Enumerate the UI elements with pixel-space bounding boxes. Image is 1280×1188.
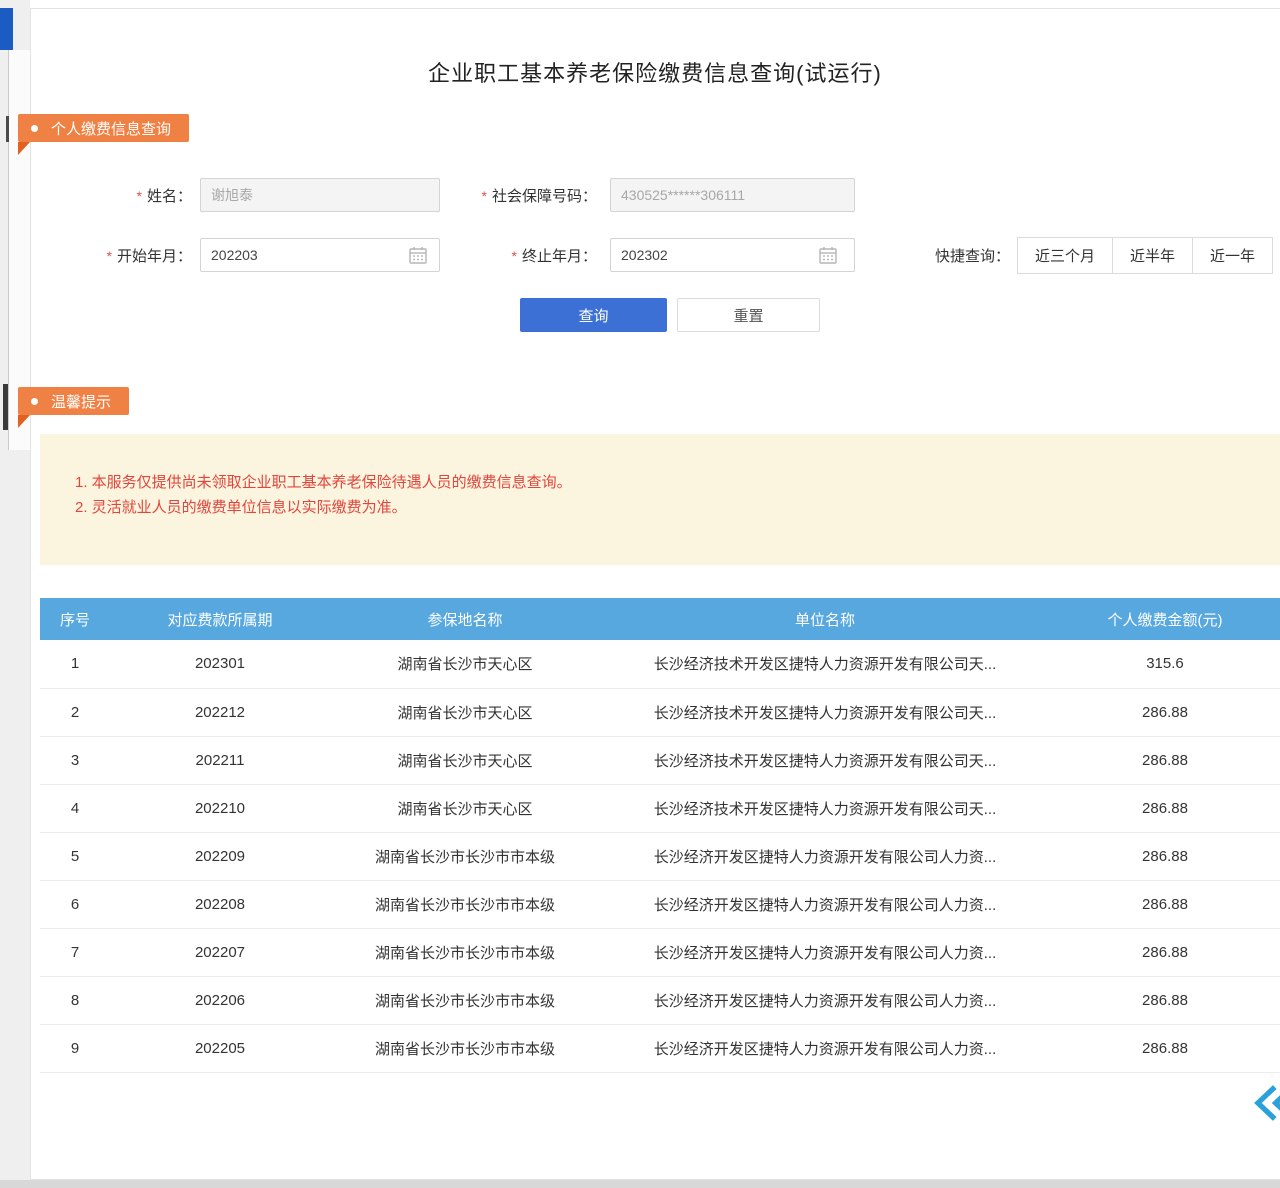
table-cell: 湖南省长沙市天心区 xyxy=(330,640,600,688)
required-asterisk: * xyxy=(482,188,487,204)
required-asterisk: * xyxy=(107,248,112,264)
quick-query-label: 快捷查询： xyxy=(905,247,1010,267)
table-cell: 7 xyxy=(40,928,110,976)
table-cell: 6 xyxy=(40,880,110,928)
table-cell: 286.88 xyxy=(1050,880,1280,928)
table-cell: 长沙经济技术开发区捷特人力资源开发有限公司天... xyxy=(600,784,1050,832)
end-month-label: *终止年月： xyxy=(440,246,597,267)
table-cell: 长沙经济开发区捷特人力资源开发有限公司人力资... xyxy=(600,928,1050,976)
table-row: 4202210湖南省长沙市天心区长沙经济技术开发区捷特人力资源开发有限公司天..… xyxy=(40,784,1280,832)
column-header: 参保地名称 xyxy=(330,598,600,640)
table-body: 1202301湖南省长沙市天心区长沙经济技术开发区捷特人力资源开发有限公司天..… xyxy=(40,640,1280,1072)
reset-button[interactable]: 重置 xyxy=(677,298,820,332)
table-cell: 湖南省长沙市天心区 xyxy=(330,688,600,736)
table-cell: 3 xyxy=(40,736,110,784)
table-row: 7202207湖南省长沙市长沙市市本级长沙经济开发区捷特人力资源开发有限公司人力… xyxy=(40,928,1280,976)
table-row: 2202212湖南省长沙市天心区长沙经济技术开发区捷特人力资源开发有限公司天..… xyxy=(40,688,1280,736)
column-header: 序号 xyxy=(40,598,110,640)
table-row: 3202211湖南省长沙市天心区长沙经济技术开发区捷特人力资源开发有限公司天..… xyxy=(40,736,1280,784)
table-cell: 202211 xyxy=(110,736,330,784)
notice-box: 1. 本服务仅提供尚未领取企业职工基本养老保险待遇人员的缴费信息查询。 2. 灵… xyxy=(40,434,1280,565)
table-cell: 湖南省长沙市长沙市市本级 xyxy=(330,928,600,976)
table-cell: 湖南省长沙市天心区 xyxy=(330,784,600,832)
table-cell: 4 xyxy=(40,784,110,832)
ribbon-fold xyxy=(18,142,30,155)
ssn-field xyxy=(610,178,855,212)
bottom-strip xyxy=(0,1180,1280,1188)
edge-mark xyxy=(3,384,8,430)
required-asterisk: * xyxy=(512,248,517,264)
table-cell: 湖南省长沙市天心区 xyxy=(330,736,600,784)
results-table: 序号对应费款所属期参保地名称单位名称个人缴费金额(元) 1202301湖南省长沙… xyxy=(40,598,1280,1073)
name-field xyxy=(200,178,440,212)
table-cell: 湖南省长沙市长沙市市本级 xyxy=(330,1024,600,1072)
table-cell: 2 xyxy=(40,688,110,736)
bullet-icon xyxy=(31,125,38,132)
start-month-label: *开始年月： xyxy=(60,246,192,267)
table-cell: 202212 xyxy=(110,688,330,736)
table-row: 9202205湖南省长沙市长沙市市本级长沙经济开发区捷特人力资源开发有限公司人力… xyxy=(40,1024,1280,1072)
table-cell: 1 xyxy=(40,640,110,688)
table-cell: 286.88 xyxy=(1050,736,1280,784)
table-cell: 286.88 xyxy=(1050,1024,1280,1072)
edge-mark xyxy=(6,116,9,142)
column-header: 对应费款所属期 xyxy=(110,598,330,640)
table-cell: 202301 xyxy=(110,640,330,688)
column-header: 个人缴费金额(元) xyxy=(1050,598,1280,640)
table-row: 6202208湖南省长沙市长沙市市本级长沙经济开发区捷特人力资源开发有限公司人力… xyxy=(40,880,1280,928)
table-cell: 202208 xyxy=(110,880,330,928)
table-row: 1202301湖南省长沙市天心区长沙经济技术开发区捷特人力资源开发有限公司天..… xyxy=(40,640,1280,688)
calendar-icon[interactable] xyxy=(818,245,838,265)
section-badge-label: 个人缴费信息查询 xyxy=(51,118,171,139)
table-cell: 315.6 xyxy=(1050,640,1280,688)
ssn-label: *社会保障号码： xyxy=(440,186,597,207)
ribbon-fold xyxy=(18,415,30,428)
table-cell: 5 xyxy=(40,832,110,880)
page-title: 企业职工基本养老保险缴费信息查询(试运行) xyxy=(30,56,1280,88)
table-row: 5202209湖南省长沙市长沙市市本级长沙经济开发区捷特人力资源开发有限公司人力… xyxy=(40,832,1280,880)
quick-range-button-1year[interactable]: 近一年 xyxy=(1192,237,1273,274)
calendar-icon[interactable] xyxy=(408,245,428,265)
section-badge-personal-payment-query: 个人缴费信息查询 xyxy=(18,114,189,142)
bullet-icon xyxy=(31,398,38,405)
notice-line: 1. 本服务仅提供尚未领取企业职工基本养老保险待遇人员的缴费信息查询。 xyxy=(75,470,1245,495)
table-cell: 202207 xyxy=(110,928,330,976)
table-cell: 湖南省长沙市长沙市市本级 xyxy=(330,832,600,880)
table-cell: 286.88 xyxy=(1050,784,1280,832)
table-cell: 286.88 xyxy=(1050,976,1280,1024)
table-cell: 202206 xyxy=(110,976,330,1024)
quick-range-button-3months[interactable]: 近三个月 xyxy=(1017,237,1113,274)
table-cell: 8 xyxy=(40,976,110,1024)
table-cell: 长沙经济开发区捷特人力资源开发有限公司人力资... xyxy=(600,832,1050,880)
table-cell: 286.88 xyxy=(1050,688,1280,736)
table-cell: 长沙经济开发区捷特人力资源开发有限公司人力资... xyxy=(600,976,1050,1024)
side-tab[interactable] xyxy=(0,8,13,50)
section-badge-label: 温馨提示 xyxy=(51,391,111,412)
table-cell: 202209 xyxy=(110,832,330,880)
query-button[interactable]: 查询 xyxy=(520,298,667,332)
table-header-row: 序号对应费款所属期参保地名称单位名称个人缴费金额(元) xyxy=(40,598,1280,640)
table-cell: 长沙经济开发区捷特人力资源开发有限公司人力资... xyxy=(600,880,1050,928)
table-row: 8202206湖南省长沙市长沙市市本级长沙经济开发区捷特人力资源开发有限公司人力… xyxy=(40,976,1280,1024)
table-cell: 9 xyxy=(40,1024,110,1072)
table-cell: 202205 xyxy=(110,1024,330,1072)
table-cell: 湖南省长沙市长沙市市本级 xyxy=(330,976,600,1024)
column-header: 单位名称 xyxy=(600,598,1050,640)
quick-query-group: 近三个月 近半年 近一年 xyxy=(1017,237,1273,274)
double-chevron-left-icon[interactable] xyxy=(1250,1080,1280,1126)
start-month-field[interactable] xyxy=(200,238,440,272)
table-cell: 湖南省长沙市长沙市市本级 xyxy=(330,880,600,928)
table-cell: 202210 xyxy=(110,784,330,832)
notice-line: 2. 灵活就业人员的缴费单位信息以实际缴费为准。 xyxy=(75,495,1245,520)
section-badge-tips: 温馨提示 xyxy=(18,387,129,415)
table-cell: 长沙经济开发区捷特人力资源开发有限公司人力资... xyxy=(600,1024,1050,1072)
table-cell: 长沙经济技术开发区捷特人力资源开发有限公司天... xyxy=(600,688,1050,736)
table-cell: 286.88 xyxy=(1050,928,1280,976)
quick-range-button-halfyear[interactable]: 近半年 xyxy=(1112,237,1193,274)
required-asterisk: * xyxy=(137,188,142,204)
table-cell: 长沙经济技术开发区捷特人力资源开发有限公司天... xyxy=(600,640,1050,688)
name-label: *姓名： xyxy=(60,186,192,207)
table-cell: 长沙经济技术开发区捷特人力资源开发有限公司天... xyxy=(600,736,1050,784)
table-cell: 286.88 xyxy=(1050,832,1280,880)
